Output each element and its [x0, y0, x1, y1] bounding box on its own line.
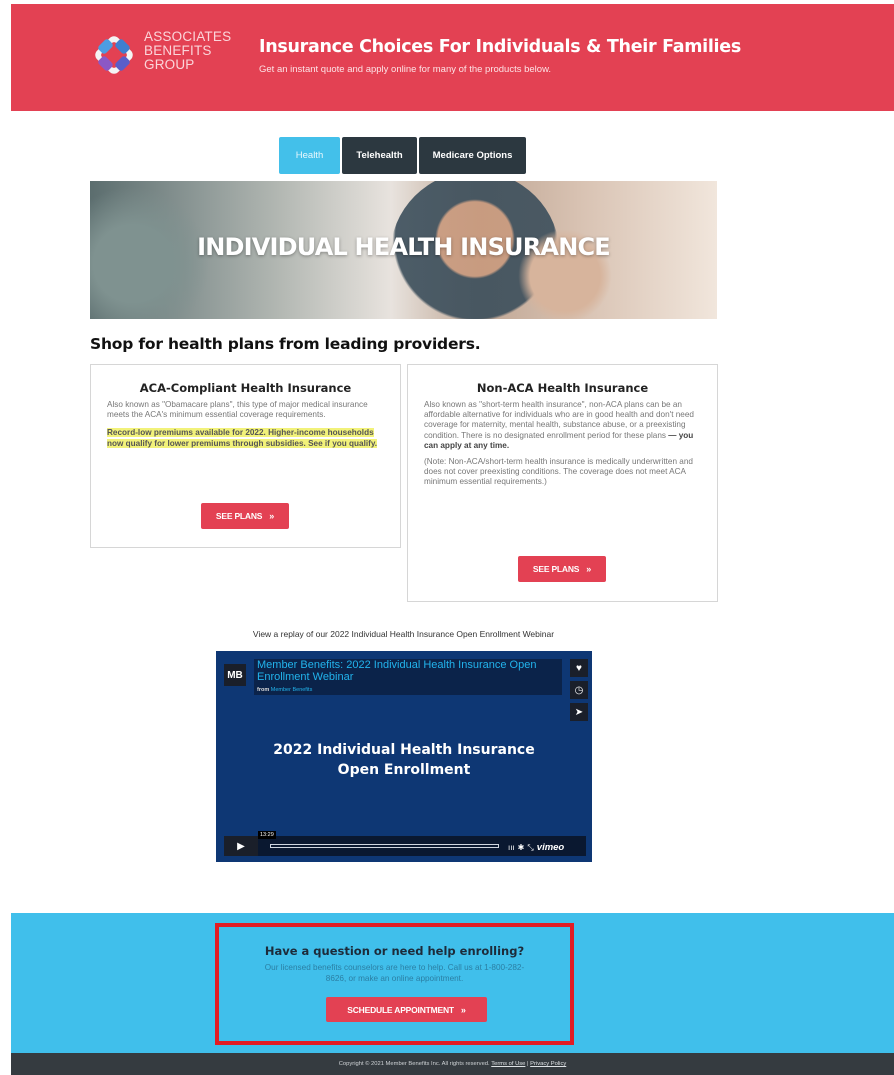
tab-telehealth[interactable]: Telehealth	[342, 137, 417, 174]
play-button[interactable]: ▶	[224, 836, 258, 856]
channel-avatar[interactable]: MB	[224, 664, 246, 686]
vimeo-video-player[interactable]: MB Member Benefits: 2022 Individual Heal…	[216, 651, 592, 862]
video-duration: 13:29	[258, 831, 276, 839]
poster-line-1: 2022 Individual Health Insurance	[273, 742, 535, 758]
privacy-policy-link[interactable]: Privacy Policy	[530, 1061, 566, 1067]
help-text: Our licensed benefits counselors are her…	[264, 963, 525, 983]
help-section: Have a question or need help enrolling? …	[11, 913, 894, 1053]
help-callout: Have a question or need help enrolling? …	[215, 923, 574, 1045]
copyright-text: Copyright © 2021 Member Benefits Inc. Al…	[338, 1061, 490, 1067]
card-description: Also known as "short-term health insuran…	[424, 400, 701, 451]
video-controls: ııı ✱ ⤡ vimeo	[508, 842, 564, 853]
like-icon[interactable]: ♥	[570, 659, 588, 677]
from-label: from	[257, 687, 270, 693]
section-heading: Shop for health plans from leading provi…	[90, 335, 481, 353]
card-highlight: Record-low premiums available for 2022. …	[107, 428, 384, 449]
video-progress-bar[interactable]	[270, 844, 499, 848]
card-description-text: Also known as "short-term health insuran…	[424, 400, 694, 440]
non-aca-see-plans-button[interactable]: SEE PLANS »	[518, 556, 606, 582]
aca-plan-card: ACA-Compliant Health Insurance Also know…	[90, 364, 401, 548]
site-footer: Copyright © 2021 Member Benefits Inc. Al…	[11, 1053, 894, 1075]
chevron-right-icon: »	[269, 511, 275, 521]
logo-line-1: ASSOCIATES	[144, 29, 232, 44]
card-title: ACA-Compliant Health Insurance	[139, 381, 352, 395]
tab-medicare-options[interactable]: Medicare Options	[419, 137, 526, 174]
channel-link[interactable]: Member Benefits	[271, 687, 313, 693]
volume-icon[interactable]: ııı	[508, 843, 515, 852]
button-label: SCHEDULE APPOINTMENT	[347, 1004, 454, 1015]
logo-line-2: BENEFITS	[144, 43, 212, 58]
share-icon[interactable]: ➤	[570, 703, 588, 721]
page-title: Insurance Choices For Individuals & Thei…	[259, 37, 741, 57]
webinar-caption: View a replay of our 2022 Individual Hea…	[252, 629, 555, 639]
card-description: Also known as "Obamacare plans", this ty…	[107, 400, 368, 420]
help-title: Have a question or need help enrolling?	[264, 944, 525, 958]
hero-banner: INDIVIDUAL HEALTH INSURANCE	[90, 181, 717, 319]
product-tabs: Health Telehealth Medicare Options	[279, 137, 526, 174]
schedule-appointment-button[interactable]: SCHEDULE APPOINTMENT »	[326, 997, 487, 1022]
card-note: (Note: Non-ACA/short-term health insuran…	[424, 457, 693, 487]
poster-line-2: Open Enrollment	[337, 762, 471, 778]
chevron-right-icon: »	[460, 1004, 466, 1015]
logo-line-3: GROUP	[144, 57, 195, 72]
card-title: Non-ACA Health Insurance	[476, 381, 649, 395]
chevron-right-icon: »	[586, 564, 592, 574]
video-poster-text: 2022 Individual Health Insurance Open En…	[216, 740, 592, 780]
associates-benefits-group-logo[interactable]	[89, 30, 139, 80]
terms-of-use-link[interactable]: Terms of Use	[491, 1061, 525, 1067]
watch-later-icon[interactable]: ◷	[570, 681, 588, 699]
fullscreen-icon[interactable]: ⤡	[527, 843, 533, 853]
non-aca-plan-card: Non-ACA Health Insurance Also known as "…	[407, 364, 718, 602]
footer-separator: |	[527, 1061, 529, 1067]
hero-title: INDIVIDUAL HEALTH INSURANCE	[197, 233, 611, 261]
aca-see-plans-button[interactable]: SEE PLANS »	[201, 503, 289, 529]
vimeo-logo[interactable]: vimeo	[537, 842, 564, 853]
site-header: ASSOCIATES BENEFITS GROUP Insurance Choi…	[11, 4, 894, 111]
card-highlight-text: Record-low premiums available for 2022. …	[107, 428, 378, 448]
button-label: SEE PLANS	[532, 564, 580, 574]
button-label: SEE PLANS	[215, 511, 263, 521]
video-title[interactable]: Member Benefits: 2022 Individual Health …	[257, 659, 562, 683]
video-from: from Member Benefits	[257, 687, 312, 693]
settings-icon[interactable]: ✱	[518, 843, 525, 852]
page-subtitle: Get an instant quote and apply online fo…	[259, 64, 552, 75]
logo-wordmark: ASSOCIATES BENEFITS GROUP	[144, 30, 231, 72]
tab-health[interactable]: Health	[279, 137, 340, 174]
